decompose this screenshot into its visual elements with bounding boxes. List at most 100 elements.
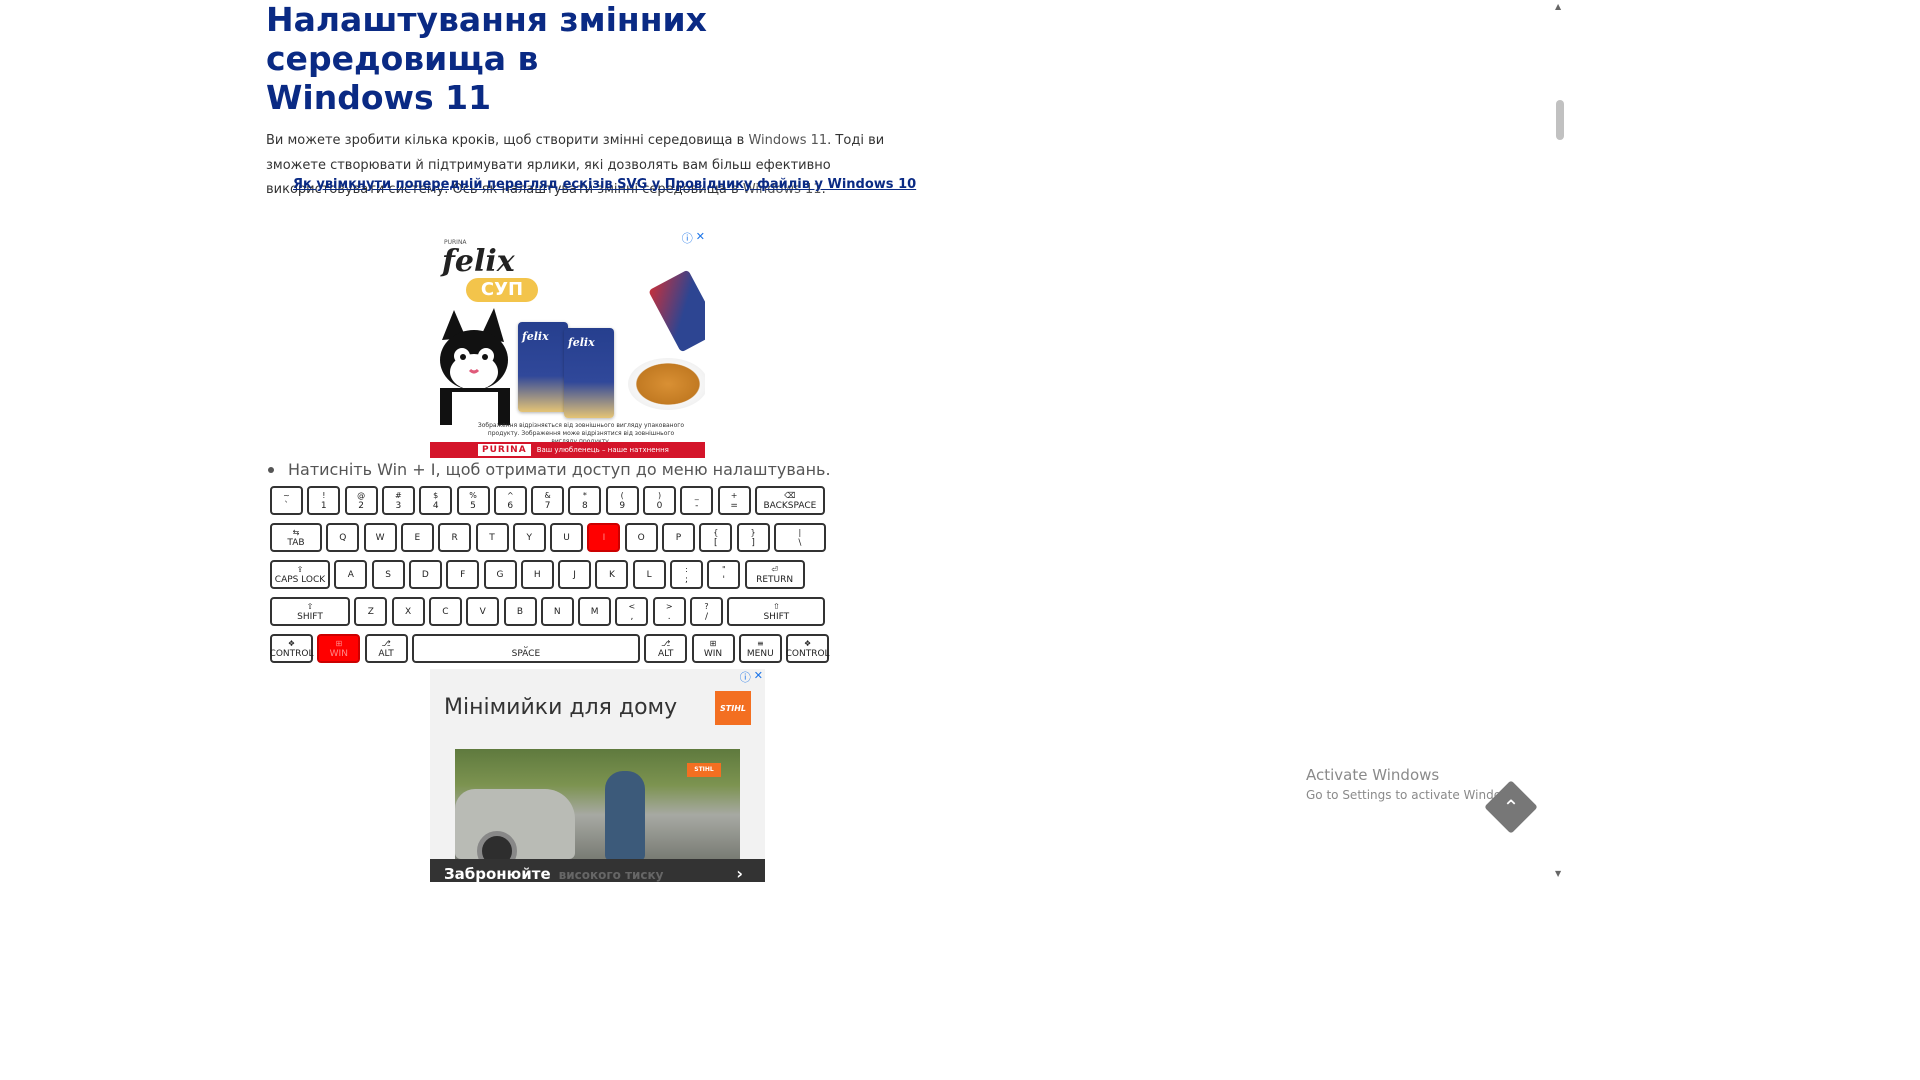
key-d: D [408,560,442,589]
stihl-logo: STIHL [715,691,751,725]
key-bottom-label: A [347,569,354,580]
advertisement-stihl[interactable]: ⓘ ✕ Мінімийки для дому STIHL STIHL Забро… [430,669,765,882]
key-top-label: ⎇ [661,638,671,648]
key-bottom-label: 7 [544,500,551,511]
scroll-up-arrow-icon[interactable]: ▲ [1555,2,1561,11]
ad-cta-button[interactable]: Забронюйте високого тиску › [430,859,765,882]
key-bottom-label: 8 [582,500,588,511]
chevron-right-icon: › [736,864,743,882]
key-bottom-label: , [630,611,634,622]
key-n: N [540,597,574,626]
ad-photo: STIHL [455,749,740,871]
key-top-label: ( [620,490,624,500]
key-top-label: ⎇ [381,638,391,648]
list-item: Натисніть Win + I, щоб отримати доступ д… [266,460,831,479]
key-bottom-label: 6 [507,500,514,511]
info-icon[interactable]: ⓘ [740,669,751,685]
key-bottom-label: ] [751,537,755,548]
key-sym: :; [670,560,703,589]
key-bottom-label: RETURN [756,574,794,585]
key-bottom-label: 0 [656,500,663,511]
key-top-label: ⊞ [709,638,717,648]
key-bottom-label: Y [526,532,533,543]
close-icon[interactable]: ✕ [754,669,763,685]
key-sym: {[ [699,523,733,552]
cat-illustration [440,308,510,425]
key-b: B [503,597,537,626]
key-sym: ? / [690,597,723,626]
key-top-label: ~ [283,490,290,500]
key-bottom-label: [ [714,537,718,548]
scroll-down-arrow-icon[interactable]: ▼ [1555,869,1561,878]
key-top-label: " [721,564,726,574]
key--: _ - [680,486,714,515]
ad-purina-bar: PURINA Ваш улюбленець – наше натхнення [430,442,705,458]
key-top-label: & [544,490,551,500]
page-title-line1: Налаштування змінних середовища в [266,0,707,78]
related-article-link[interactable]: Як увімкнути попередній перегляд ескізів… [293,177,916,192]
key-alt: ⎇ ALT [644,634,688,663]
key-sym: | \ [773,523,826,552]
purina-logo: PURINA [478,444,531,456]
info-icon[interactable]: ⓘ [682,230,693,246]
key-sym: >. [652,597,686,626]
key-bottom-label: R [451,532,458,543]
key-top-label: _ [694,490,699,500]
key-bottom-label: D [421,569,429,580]
scroll-thumb[interactable] [1556,100,1564,140]
key-top-label: ⊞ [335,638,343,648]
key-bottom-label: = [730,500,738,511]
key-bottom-label: CONTROL [269,648,314,659]
key-m: M [578,597,612,626]
key-top-label: > [665,601,673,611]
key-top-label: } [750,527,756,537]
key-top-label: : [685,564,688,574]
key-shift: ⇧ SHIFT [727,597,826,626]
photo-stihl-sign: STIHL [687,763,721,777]
key-bottom-label: - [695,500,699,511]
key-top-label: ❖ [804,638,812,648]
key-bottom-label: BACKSPACE [763,500,817,511]
key-win: ⊞ WIN [691,634,735,663]
key-4: $4 [419,486,453,515]
key-h: H [520,560,554,589]
key-bottom-label: B [516,606,524,617]
key-space: ⎵ SPACE [411,634,640,663]
key-bottom-label: X [405,606,412,617]
intro-text-1: Ви можете зробити кілька кроків, щоб ств… [266,133,749,148]
key-u: U [550,523,584,552]
key-0: ) 0 [643,486,676,515]
advertisement-felix[interactable]: ⓘ ✕ PURINA felix СУП felix felix Зображе… [430,230,705,458]
key-9: (9 [605,486,639,515]
key-top-label: ⌫ [784,490,796,500]
key-top-label: + [730,490,738,500]
key-bottom-label: V [479,606,486,617]
key-sym: " ' [707,560,741,589]
key-bottom-label: / [704,611,709,622]
key-7: & 7 [531,486,565,515]
key-control: ❖ CONTROL [270,634,313,663]
key-tab: ⇆ TAB [270,523,322,552]
key-top-label: ^ [506,490,514,500]
ad-felix-logo: felix [442,244,515,279]
close-icon[interactable]: ✕ [696,230,705,246]
key-caps-lock: ⇪ CAPS LOCK [270,560,330,589]
page-title-line2: Windows 11 [266,78,492,117]
key-bottom-label: L [646,569,652,580]
bullet-dot [268,466,274,473]
key-top-label: ) [657,490,662,500]
ad-cta-ghost-text: високого тиску [558,868,664,882]
page-scrollbar[interactable]: ▲ ▼ [1551,0,1568,882]
key-shift: ⇧ SHIFT [270,597,350,626]
key-z: Z [354,597,388,626]
ad-choices[interactable]: ⓘ ✕ [740,669,763,685]
activate-windows-title: Activate Windows [1306,766,1440,784]
chevron-up-icon[interactable]: ⌃ [1497,793,1525,821]
ad-choices[interactable]: ⓘ ✕ [682,230,705,246]
product-pack-side [648,269,705,353]
key-top-label: $ [433,490,439,500]
key-bottom-label: T [489,532,495,543]
keyboard-image: ~ `! 1 @2 #3 $4% 5 ^ 6 & 7 * 8(9) 0 _ - + = ⌫ BACKSPACE ⇆ TAB… [266,482,830,670]
key-bottom-label: 3 [395,500,402,511]
key-top-label: ⎵ [524,638,528,648]
